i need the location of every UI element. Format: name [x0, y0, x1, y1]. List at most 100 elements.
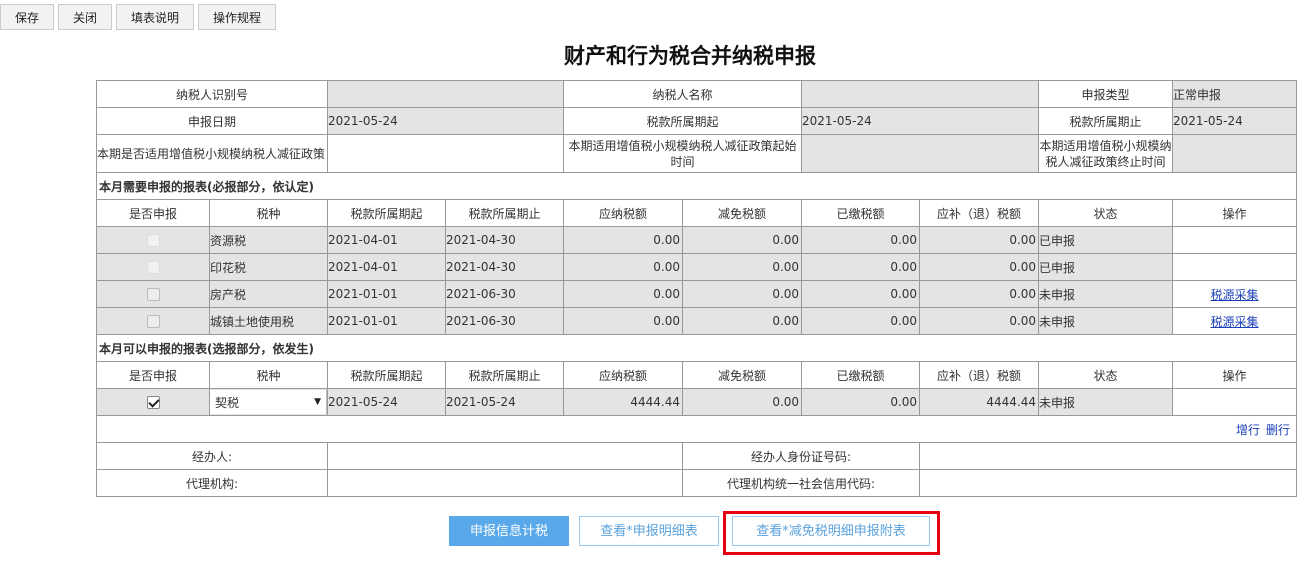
- tax-type: 城镇土地使用税: [208, 307, 329, 335]
- col-header-ops: 操作: [1172, 199, 1298, 227]
- tax-paid: 0.00: [801, 253, 921, 281]
- chevron-down-icon: ▼: [314, 397, 322, 407]
- declare-date-field: 2021-05-24: [327, 107, 565, 135]
- table-row: 资源税 2021-04-01 2021-04-30 0.00 0.00 0.00…: [96, 226, 1298, 254]
- tax-relief: 0.00: [682, 280, 803, 308]
- status: 未申报: [1038, 307, 1174, 335]
- taxpayer-id-label: 纳税人识别号: [95, 80, 329, 108]
- operation-rules-button[interactable]: 操作规程: [198, 4, 277, 30]
- status: 未申报: [1038, 388, 1174, 416]
- table-row: 房产税 2021-01-01 2021-06-30 0.00 0.00 0.00…: [96, 280, 1298, 308]
- tax-paid: 0.00: [801, 226, 921, 254]
- period-end: 2021-05-24: [445, 388, 565, 416]
- declare-checkbox[interactable]: [146, 288, 160, 301]
- status: 未申报: [1038, 280, 1174, 308]
- agency-code-label: 代理机构统一社会信用代码:: [682, 469, 921, 497]
- tax-relief: 0.00: [682, 253, 803, 281]
- tax-type: 房产税: [208, 280, 329, 308]
- period-start-label: 税款所属期起: [563, 107, 803, 135]
- period-end: 2021-06-30: [445, 280, 565, 308]
- agency-code-field[interactable]: [919, 469, 1298, 497]
- policy-start-label: 本期适用增值税小规模纳税人减征政策起始时间: [563, 134, 803, 173]
- period-start: 2021-04-01: [327, 253, 447, 281]
- col-header-declare: 是否申报: [96, 199, 210, 227]
- status: 已申报: [1038, 253, 1174, 281]
- col-header-relief: 减免税额: [682, 361, 803, 389]
- table-row: 城镇土地使用税 2021-01-01 2021-06-30 0.00 0.00 …: [96, 307, 1298, 335]
- section-required-title: 本月需要申报的报表(必报部分，依认定): [95, 172, 1298, 200]
- col-header-tax: 税种: [208, 199, 329, 227]
- period-end: 2021-04-30: [445, 253, 565, 281]
- declare-checkbox[interactable]: [146, 261, 160, 274]
- tax-type-value: 契税: [215, 395, 240, 410]
- col-header-start: 税款所属期起: [327, 361, 447, 389]
- declare-date-label: 申报日期: [95, 107, 329, 135]
- policy-label: 本期是否适用增值税小规模纳税人减征政策: [97, 147, 326, 161]
- tax-type: 印花税: [208, 253, 329, 281]
- declare-checkbox[interactable]: [146, 315, 160, 328]
- tax-type: 资源税: [208, 226, 329, 254]
- col-header-end: 税款所属期止: [445, 199, 565, 227]
- tax-type-select[interactable]: 契税 ▼: [210, 390, 327, 414]
- tax-payable: 4444.44: [919, 388, 1040, 416]
- period-start: 2021-05-24: [327, 388, 447, 416]
- row-operations: 增行 删行: [95, 415, 1298, 443]
- calc-tax-button[interactable]: 申报信息计税: [449, 516, 569, 546]
- taxpayer-name-field: [801, 80, 1040, 108]
- table-row: 印花税 2021-04-01 2021-04-30 0.00 0.00 0.00…: [96, 253, 1298, 281]
- declare-type-label: 申报类型: [1038, 80, 1174, 108]
- period-end-field: 2021-05-24: [1172, 107, 1298, 135]
- tax-payable: 0.00: [919, 226, 1040, 254]
- taxpayer-id-field: [327, 80, 565, 108]
- tax-paid: 0.00: [801, 307, 921, 335]
- declare-checkbox-cell: [96, 280, 210, 308]
- agency-label: 代理机构:: [95, 469, 329, 497]
- fill-help-button[interactable]: 填表说明: [116, 4, 195, 30]
- tax-type-cell: 契税 ▼: [208, 388, 329, 416]
- col-header-payable: 应补（退）税额: [919, 361, 1040, 389]
- period-start: 2021-04-01: [327, 226, 447, 254]
- col-header-tax: 税种: [208, 361, 329, 389]
- period-end: 2021-04-30: [445, 226, 565, 254]
- tax-relief: 0.00: [682, 388, 803, 416]
- close-button[interactable]: 关闭: [58, 4, 113, 30]
- handler-label: 经办人:: [95, 442, 329, 470]
- taxpayer-name-label: 纳税人名称: [563, 80, 803, 108]
- tax-source-collect-link[interactable]: 税源采集: [1211, 315, 1259, 329]
- declare-checkbox[interactable]: [146, 234, 160, 247]
- operation-cell: 税源采集: [1172, 307, 1298, 335]
- tax-due: 0.00: [563, 307, 684, 335]
- col-header-payable: 应补（退）税额: [919, 199, 1040, 227]
- agency-field[interactable]: [327, 469, 684, 497]
- col-header-declare: 是否申报: [96, 361, 210, 389]
- col-header-relief: 减免税额: [682, 199, 803, 227]
- declare-checkbox[interactable]: [146, 396, 160, 409]
- col-header-status: 状态: [1038, 361, 1174, 389]
- view-detail-button[interactable]: 查看*申报明细表: [579, 516, 719, 546]
- section-optional-title: 本月可以申报的报表(选报部分，依发生): [95, 334, 1298, 362]
- col-header-paid: 已缴税额: [801, 199, 921, 227]
- period-start-field: 2021-05-24: [801, 107, 1040, 135]
- tax-due: 0.00: [563, 280, 684, 308]
- page-title: 财产和行为税合并纳税申报: [564, 44, 816, 68]
- handler-id-field[interactable]: [919, 442, 1298, 470]
- period-start: 2021-01-01: [327, 280, 447, 308]
- delete-row-button[interactable]: 删行: [1266, 423, 1290, 437]
- col-header-due: 应纳税额: [563, 361, 684, 389]
- add-row-button[interactable]: 增行: [1236, 423, 1260, 437]
- policy-start-field: [801, 134, 1040, 173]
- policy-end-field: [1172, 134, 1298, 173]
- tax-paid: 0.00: [801, 280, 921, 308]
- col-header-start: 税款所属期起: [327, 199, 447, 227]
- policy-row: 本期是否适用增值税小规模纳税人减征政策 是 否: [95, 134, 329, 173]
- tax-due: 0.00: [563, 253, 684, 281]
- col-header-status: 状态: [1038, 199, 1174, 227]
- period-end: 2021-06-30: [445, 307, 565, 335]
- save-button[interactable]: 保存: [0, 4, 55, 30]
- col-header-end: 税款所属期止: [445, 361, 565, 389]
- tax-source-collect-link[interactable]: 税源采集: [1211, 288, 1259, 302]
- declare-checkbox-cell: [96, 253, 210, 281]
- period-start: 2021-01-01: [327, 307, 447, 335]
- handler-field[interactable]: [327, 442, 684, 470]
- toolbar: 保存 关闭 填表说明 操作规程: [0, 4, 277, 30]
